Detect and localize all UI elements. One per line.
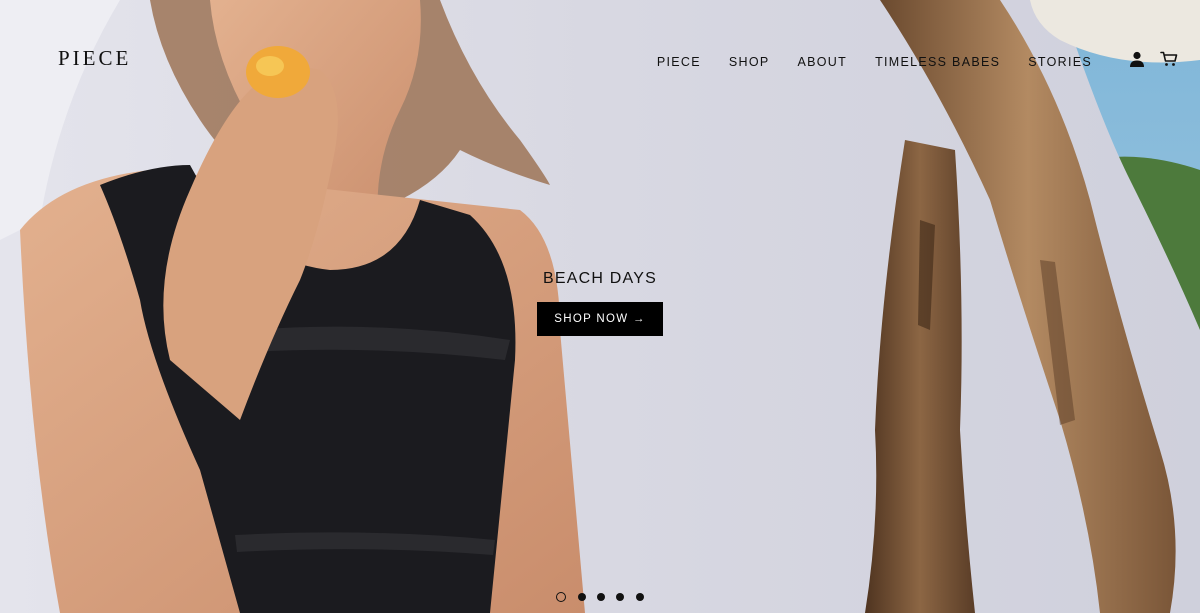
header-icons [1128,50,1178,68]
main-nav: PIECE SHOP ABOUT TIMELESS BABES STORIES [657,53,1092,71]
slide-dot-2[interactable] [577,593,586,601]
nav-item-timeless-babes[interactable]: TIMELESS BABES [875,53,1000,71]
slide-dot-5[interactable] [635,593,644,601]
slide-caption: BEACH DAYS SHOP NOW → [0,270,1200,336]
nav-item-shop[interactable]: SHOP [729,53,770,71]
hero-slideshow: PIECE PIECE SHOP ABOUT TIMELESS BABES ST… [0,0,1200,613]
site-header: PIECE PIECE SHOP ABOUT TIMELESS BABES ST… [0,0,1200,110]
site-logo[interactable]: PIECE [58,46,131,71]
user-icon[interactable] [1128,50,1146,68]
nav-item-stories[interactable]: STORIES [1028,53,1092,71]
slide-title: BEACH DAYS [543,270,657,287]
shop-now-button[interactable]: SHOP NOW → [537,302,663,336]
cart-icon[interactable] [1160,50,1178,68]
slide-dot-1[interactable] [556,592,567,602]
slide-dot-4[interactable] [616,593,625,601]
nav-item-piece[interactable]: PIECE [657,53,701,71]
slide-dot-3[interactable] [597,593,605,601]
nav-item-about[interactable]: ABOUT [798,53,848,71]
slide-pagination [0,588,1200,606]
